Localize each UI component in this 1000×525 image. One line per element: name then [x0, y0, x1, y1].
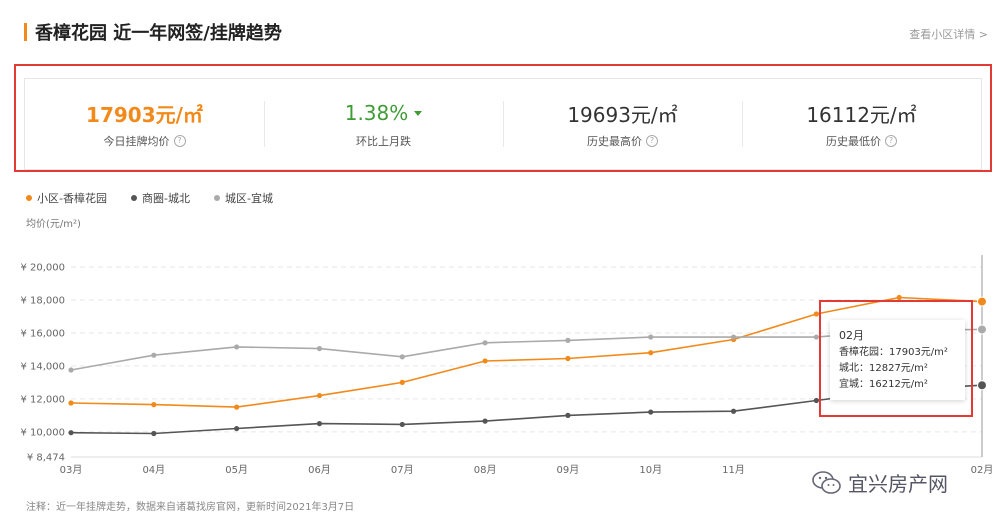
tooltip-month: 02月 — [839, 329, 864, 342]
y-tick-label: ¥ 18,000 — [20, 295, 65, 306]
x-tick-label: 11月 — [722, 464, 745, 476]
data-point — [648, 334, 654, 340]
data-point — [977, 296, 987, 307]
y-tick-label: ¥ 8,474 — [27, 453, 65, 464]
data-point — [316, 421, 323, 427]
y-tick-label: ¥ 10,000 — [20, 427, 65, 438]
x-tick-label: 06月 — [308, 464, 331, 476]
data-point — [68, 430, 74, 436]
y-tick-label: ¥ 20,000 — [20, 263, 65, 274]
watermark: 宜兴房产网 — [812, 468, 948, 497]
data-point — [68, 400, 74, 406]
wechat-icon — [812, 470, 841, 494]
data-point — [151, 402, 157, 408]
data-point — [399, 421, 405, 428]
data-point — [977, 324, 987, 335]
data-point — [565, 355, 571, 362]
data-point — [399, 379, 405, 385]
data-point — [482, 340, 488, 346]
x-tick-label: 10月 — [639, 464, 662, 476]
data-point — [977, 380, 987, 391]
data-point — [648, 409, 654, 415]
data-point — [316, 392, 323, 399]
data-point — [316, 345, 323, 352]
data-point — [399, 354, 405, 360]
data-point — [565, 412, 571, 418]
y-tick-label: ¥ 16,000 — [20, 328, 65, 339]
price-trend-chart: ¥ 8,474 ¥ 10,000 ¥ 12,000 ¥ 14,000 ¥ 16,000 ¥… — [20, 255, 994, 476]
data-point — [151, 430, 157, 437]
data-point — [482, 358, 488, 364]
x-tick-label: 05月 — [225, 464, 248, 476]
data-point — [730, 334, 737, 340]
data-point — [565, 337, 571, 343]
chart-footnote: 注释：近一年挂牌走势，数据来自诸葛找房官网，更新时间2021年3月7日 — [26, 502, 355, 513]
chart-tooltip: 02月 香樟花园：17903元/m² 城北：12827元/m² 宜城：16212… — [830, 320, 965, 400]
x-tick-label: 03月 — [60, 464, 83, 476]
data-point — [482, 418, 488, 424]
tooltip-line-community: 香樟花园：17903元/m² — [839, 347, 948, 358]
y-tick-label: ¥ 12,000 — [20, 394, 65, 405]
y-tick-label: ¥ 14,000 — [20, 361, 65, 372]
data-point — [730, 408, 737, 414]
watermark-text: 宜兴房产网 — [848, 472, 948, 496]
x-tick-label: 02月 — [971, 464, 994, 476]
x-tick-label: 07月 — [391, 464, 414, 476]
x-tick-label: 09月 — [557, 464, 580, 476]
data-point — [234, 425, 240, 432]
data-point — [648, 350, 654, 356]
tooltip-line-city: 宜城：16212元/m² — [839, 379, 928, 390]
x-tick-label: 04月 — [142, 464, 165, 476]
data-point — [68, 367, 74, 373]
x-tick-label: 08月 — [474, 464, 497, 476]
tooltip-line-district: 城北：12827元/m² — [839, 363, 928, 374]
data-point — [234, 344, 240, 350]
data-point — [234, 404, 240, 410]
data-point — [151, 352, 157, 358]
